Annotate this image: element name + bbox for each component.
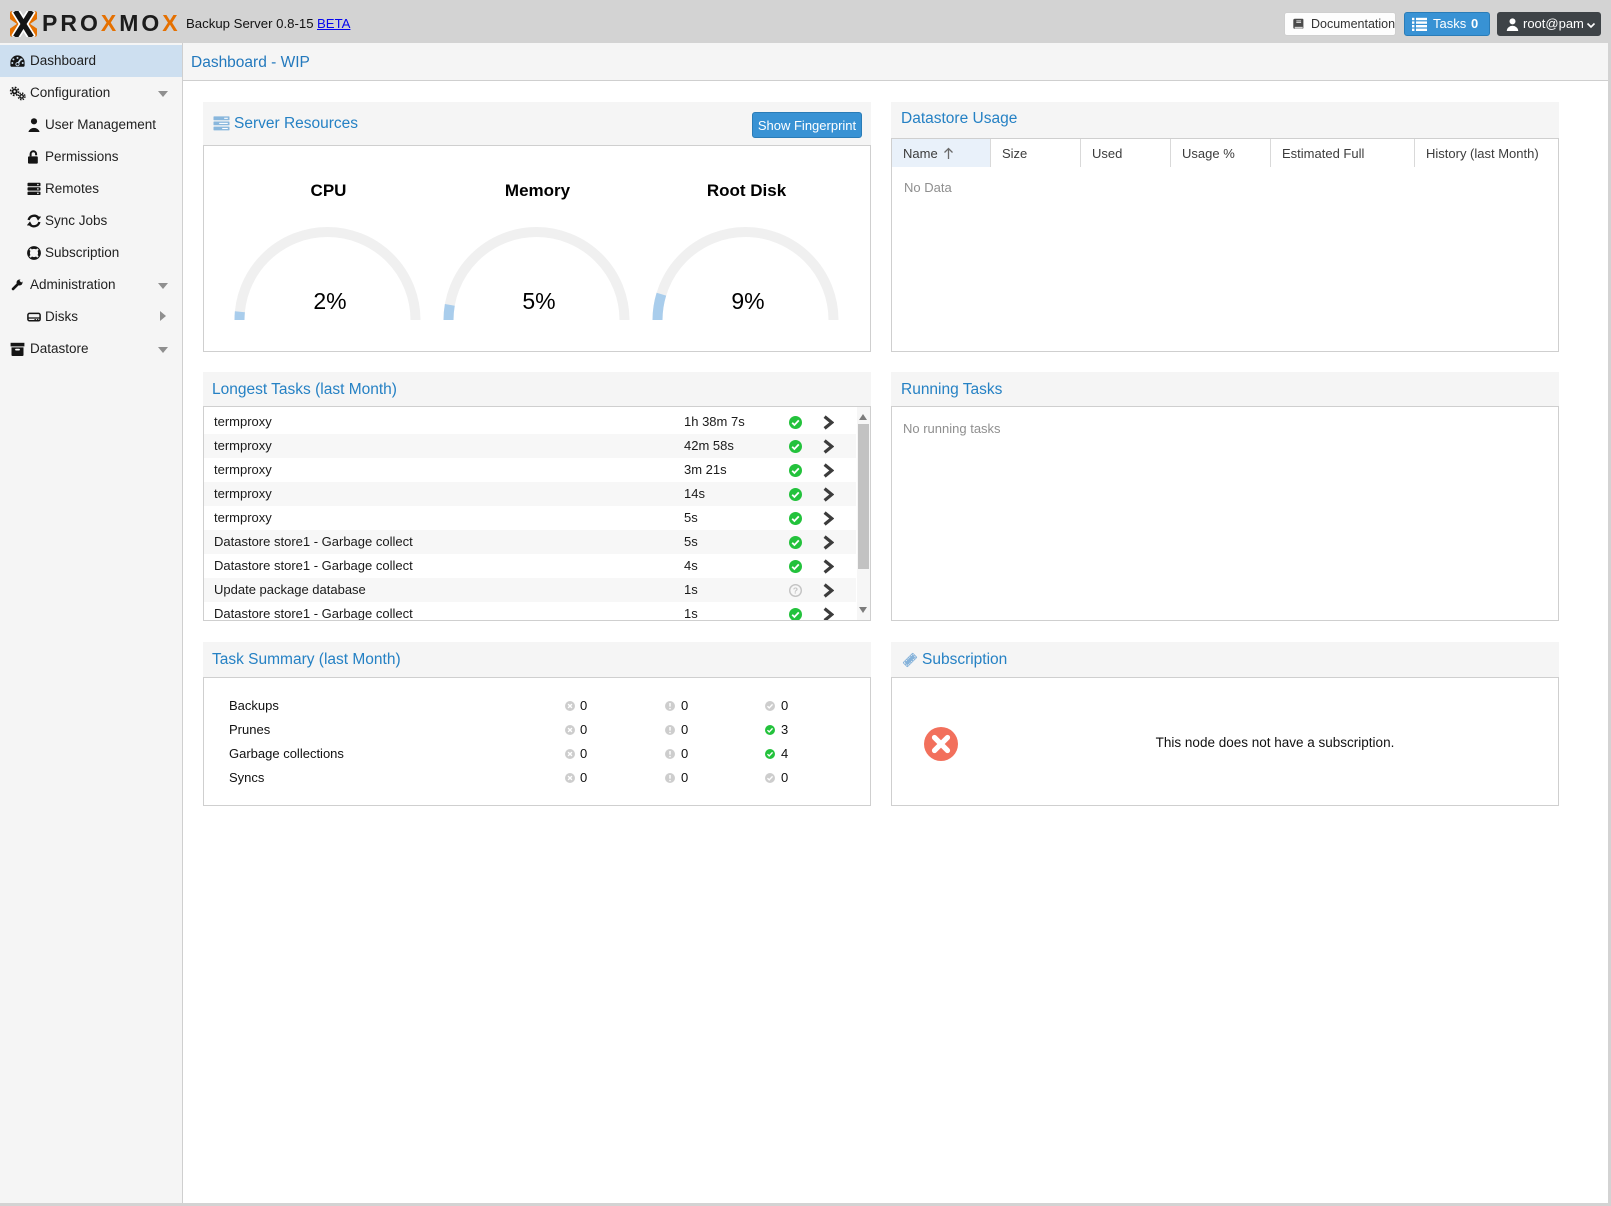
svg-text:?: ? bbox=[793, 585, 798, 595]
